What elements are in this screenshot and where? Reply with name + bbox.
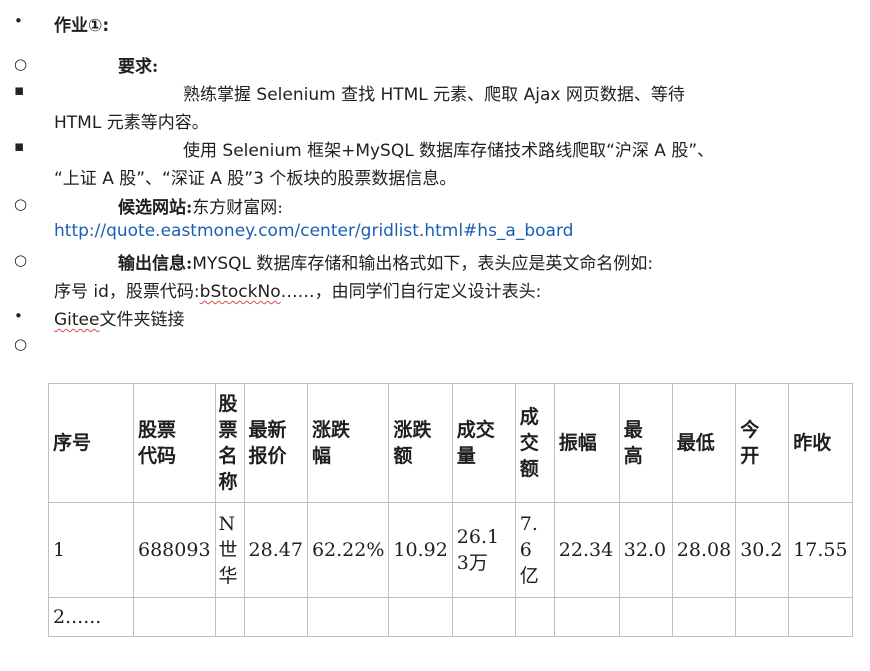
cell-code: 688093 <box>133 502 216 598</box>
cell-amplitude: 22.34 <box>553 502 620 598</box>
gitee-folder-link-text: 文件夹链接 <box>99 310 185 330</box>
cell-index: 1 <box>48 502 134 598</box>
gitee-word: Gitee <box>54 310 100 330</box>
requirements-label: 要求: <box>118 57 159 77</box>
empty-cell <box>214 597 245 637</box>
empty-cell <box>306 597 390 637</box>
requirement-1-line-2: HTML 元素等内容。 <box>54 113 209 133</box>
empty-cell <box>553 597 620 637</box>
stock-no-field: bStockNo <box>199 282 281 302</box>
cell-open: 30.2 <box>735 502 790 598</box>
empty-cell <box>735 597 790 637</box>
circle-bullet: ○ <box>14 55 28 73</box>
output-info-line-2: 序号 id，股票代码:bStockNo……，由同学们自行定义设计表头: <box>54 277 541 302</box>
site-url-link[interactable]: http://quote.eastmoney.com/center/gridli… <box>54 221 573 241</box>
cell-index: 2...... <box>48 597 134 637</box>
header-cell: 今开 <box>735 383 790 503</box>
output-info-line: 输出信息:MYSQL 数据库存储和输出格式如下，表头应是英文命名例如: <box>118 249 653 274</box>
cell-change-pct: 62.22% <box>306 502 390 598</box>
disc-bullet: • <box>14 12 23 30</box>
header-cell: 最高 <box>618 383 673 503</box>
cell-prev-close: 17.55 <box>788 502 853 598</box>
output-text-a: 序号 id，股票代码: <box>54 282 200 302</box>
cell-price: 28.47 <box>243 502 308 598</box>
header-cell: 最新报价 <box>243 383 308 503</box>
square-bullet: ▪ <box>14 137 25 155</box>
output-text-c: ……，由同学们自行定义设计表头: <box>280 282 542 302</box>
requirement-1-line-1: 熟练掌握 Selenium 查找 HTML 元素、爬取 Ajax 网页数据、等待 <box>183 85 685 105</box>
empty-cell <box>243 597 308 637</box>
circle-bullet: ○ <box>14 195 28 213</box>
header-cell: 成交量 <box>451 383 516 503</box>
table-row: 2...... <box>48 597 853 637</box>
header-cell: 最低 <box>671 383 737 503</box>
empty-cell <box>618 597 673 637</box>
header-cell: 序号 <box>48 383 134 503</box>
candidate-site-name: 东方财富网: <box>192 198 284 218</box>
output-info-text: MYSQL 数据库存储和输出格式如下，表头应是英文命名例如: <box>192 254 654 274</box>
circle-bullet: ○ <box>14 251 28 269</box>
header-cell: 振幅 <box>553 383 620 503</box>
table-row: 1 688093 N世华 28.47 62.22% 10.92 26.13万 7… <box>48 502 853 598</box>
empty-cell <box>451 597 516 637</box>
cell-change: 10.92 <box>388 502 453 598</box>
empty-cell <box>388 597 453 637</box>
cell-low: 28.08 <box>671 502 737 598</box>
requirement-2-line-1: 使用 Selenium 框架+MySQL 数据库存储技术路线爬取“沪深 A 股”… <box>183 141 715 161</box>
empty-cell <box>671 597 737 637</box>
header-cell: 成交额 <box>514 383 555 503</box>
candidate-site-line: 候选网站:东方财富网: <box>118 193 283 218</box>
square-bullet: ▪ <box>14 81 25 99</box>
header-cell: 涨跌幅 <box>306 383 390 503</box>
assignment-heading: 作业①: <box>54 16 110 36</box>
empty-cell <box>133 597 216 637</box>
cell-turnover: 7.6亿 <box>514 502 555 598</box>
stock-table: 序号 股票代码 股票名称 最新报价 涨跌幅 涨跌额 成交量 成交额 振幅 最高 … <box>48 383 853 637</box>
empty-cell <box>514 597 555 637</box>
empty-cell <box>788 597 853 637</box>
candidate-site-label: 候选网站: <box>118 198 193 218</box>
table-header-row: 序号 股票代码 股票名称 最新报价 涨跌幅 涨跌额 成交量 成交额 振幅 最高 … <box>48 383 853 503</box>
cell-name: N世华 <box>214 502 245 598</box>
disc-bullet: • <box>14 307 23 325</box>
header-cell: 股票名称 <box>214 383 245 503</box>
header-cell: 股票代码 <box>133 383 216 503</box>
header-cell: 涨跌额 <box>388 383 453 503</box>
requirement-2-line-2: “上证 A 股”、“深证 A 股”3 个板块的股票数据信息。 <box>54 169 457 189</box>
cell-high: 32.0 <box>618 502 673 598</box>
header-cell: 昨收 <box>788 383 853 503</box>
gitee-line: Gitee文件夹链接 <box>54 305 184 330</box>
output-info-label: 输出信息: <box>118 254 193 274</box>
cell-volume: 26.13万 <box>451 502 516 598</box>
circle-bullet: ○ <box>14 335 28 353</box>
